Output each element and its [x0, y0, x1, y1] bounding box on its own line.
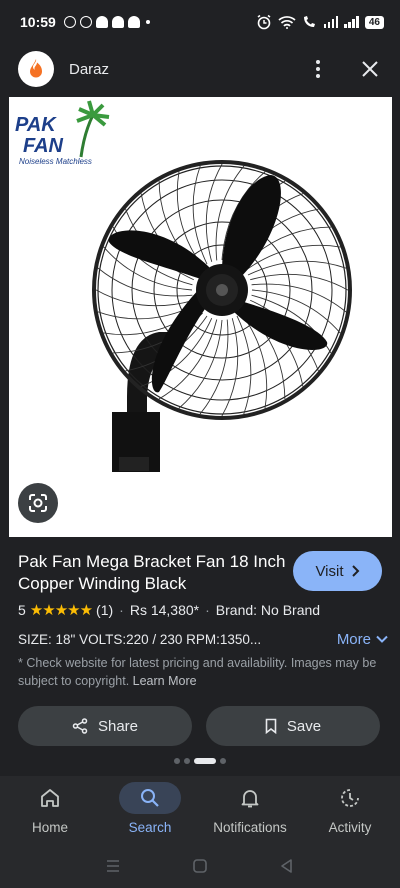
nav-activity[interactable]: Activity	[300, 776, 400, 844]
search-icon	[141, 789, 159, 807]
bell-icon	[241, 790, 259, 808]
back-icon[interactable]	[279, 858, 295, 874]
nav-activity-label: Activity	[328, 820, 372, 835]
review-count: (1)	[96, 602, 114, 618]
specs-row: SIZE: 18" VOLTS:220 / 230 RPM:1350... Mo…	[18, 629, 388, 649]
nav-notifications[interactable]: Notifications	[200, 776, 300, 844]
disclaimer: * Check website for latest pricing and a…	[18, 654, 378, 690]
pak-fan-logo: PAK FAN Noiseless Matchless	[15, 100, 110, 166]
chevron-right-icon	[351, 565, 359, 577]
product-meta: 5 ★★★★★ (1) · Rs 14,380* · Brand: No Bra…	[18, 601, 388, 619]
signal-icon	[323, 16, 339, 28]
more-notifications-dot-icon	[145, 20, 150, 24]
visit-button[interactable]: Visit	[293, 551, 382, 591]
separator: ·	[119, 602, 124, 618]
fan-image: PAK FAN Noiseless Matchless	[15, 100, 352, 472]
battery-icon: 46	[364, 15, 384, 29]
chevron-down-icon	[376, 635, 388, 643]
alarm-icon	[257, 14, 271, 30]
recent-apps-icon[interactable]	[105, 859, 121, 873]
wifi-icon	[278, 16, 296, 29]
signal-icon	[344, 16, 359, 28]
product-specs: SIZE: 18" VOLTS:220 / 230 RPM:1350...	[18, 631, 262, 647]
system-navigation-bar	[0, 844, 400, 888]
learn-more-link[interactable]: Learn More	[133, 674, 197, 688]
price: Rs 14,380*	[129, 602, 200, 618]
visit-label: Visit	[315, 562, 344, 580]
lens-icon	[29, 494, 47, 512]
more-options-icon[interactable]	[306, 57, 330, 81]
share-icon	[72, 718, 88, 734]
notification-icons	[63, 16, 150, 28]
snapchat-icon	[127, 16, 140, 28]
share-label: Share	[97, 717, 139, 735]
snapchat-icon	[111, 16, 124, 28]
google-lens-button[interactable]	[18, 483, 58, 523]
status-bar: 10:59 46	[0, 0, 400, 44]
nav-home-label: Home	[31, 820, 68, 835]
daraz-logo-icon	[18, 51, 54, 87]
logo-line1: PAK	[15, 114, 57, 136]
page-dot	[184, 758, 190, 764]
nav-search-label: Search	[128, 820, 172, 835]
site-name: Daraz	[69, 60, 110, 78]
brand: Brand: No Brand	[215, 602, 321, 618]
activity-icon	[341, 789, 359, 807]
save-label: Save	[286, 717, 322, 735]
home-icon	[41, 789, 59, 807]
status-right-icons: 46	[256, 14, 384, 30]
status-time: 10:59	[20, 14, 56, 30]
bookmark-icon	[265, 718, 277, 734]
whatsapp-icon	[63, 16, 76, 28]
whatsapp-business-icon	[79, 16, 92, 28]
page-dot	[220, 758, 226, 764]
page-dot-active	[194, 758, 216, 764]
home-button-icon[interactable]	[192, 858, 208, 874]
share-button[interactable]: Share	[18, 706, 192, 746]
rating-value: 5	[18, 602, 26, 618]
save-button[interactable]: Save	[206, 706, 380, 746]
nav-search[interactable]: Search	[100, 776, 200, 844]
logo-tagline: Noiseless Matchless	[19, 157, 92, 166]
more-button[interactable]: More	[337, 631, 388, 648]
separator: ·	[205, 602, 210, 618]
nav-home[interactable]: Home	[0, 776, 100, 844]
disclaimer-text: * Check website for latest pricing and a…	[18, 656, 377, 688]
page-dot	[174, 758, 180, 764]
more-label: More	[336, 630, 371, 648]
volte-call-icon	[303, 16, 315, 27]
page-indicator	[0, 758, 400, 764]
app-header: Daraz	[0, 44, 400, 94]
rating-stars-icon: ★★★★★	[29, 602, 93, 619]
product-image[interactable]: PAK FAN Noiseless Matchless	[9, 97, 392, 537]
snapchat-icon	[95, 16, 108, 28]
nav-notifications-label: Notifications	[213, 820, 287, 835]
product-title: Pak Fan Mega Bracket Fan 18 Inch Copper …	[18, 552, 286, 593]
logo-line2: FAN	[23, 135, 64, 157]
bottom-nav: Home Search Notifications Activity	[0, 776, 400, 844]
close-icon[interactable]	[358, 57, 382, 81]
